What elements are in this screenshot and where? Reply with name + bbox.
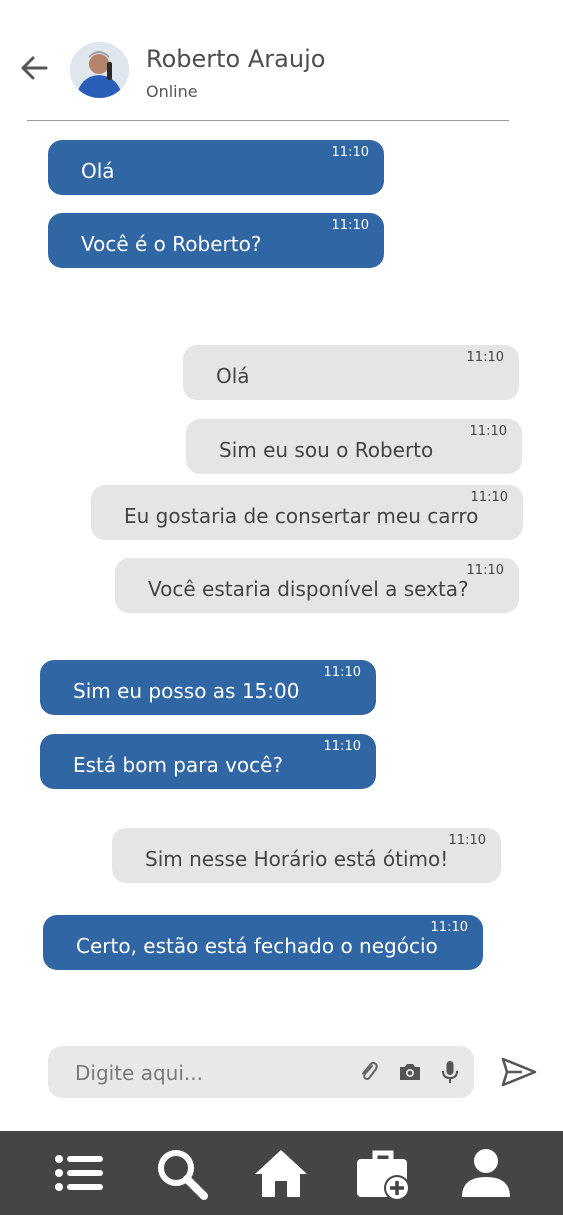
- message-time: 11:10: [469, 424, 507, 439]
- message-bubble[interactable]: Olá 11:10: [48, 140, 384, 195]
- message-time: 11:10: [466, 563, 504, 578]
- message-time: 11:10: [323, 665, 361, 680]
- home-icon: [255, 1150, 307, 1197]
- chat-header: Roberto Araujo Online: [0, 0, 563, 122]
- profile-icon: [462, 1149, 510, 1197]
- message-bubble[interactable]: Sim eu posso as 15:00 11:10: [40, 660, 376, 715]
- arrow-left-icon: [21, 56, 48, 80]
- message-bubble[interactable]: Certo, estão está fechado o negócio 11:1…: [43, 915, 483, 970]
- message-text: Sim eu posso as 15:00: [73, 679, 300, 703]
- contact-name: Roberto Araujo: [146, 45, 326, 73]
- message-text: Sim eu sou o Roberto: [219, 438, 434, 462]
- message-time: 11:10: [448, 833, 486, 848]
- contact-status: Online: [146, 82, 198, 101]
- microphone-icon[interactable]: [437, 1059, 463, 1085]
- briefcase-add-icon: [357, 1150, 410, 1201]
- avatar[interactable]: [70, 42, 129, 98]
- message-time: 11:10: [470, 490, 508, 505]
- message-bubble[interactable]: Eu gostaria de consertar meu carro 11:10: [91, 485, 523, 540]
- message-text: Sim nesse Horário está ótimo!: [145, 847, 449, 871]
- camera-icon[interactable]: [397, 1059, 423, 1085]
- bottom-navigation: [0, 1131, 563, 1215]
- message-time: 11:10: [331, 218, 369, 233]
- message-composer: [48, 1046, 474, 1098]
- message-text: Olá: [216, 364, 250, 388]
- nav-list-button[interactable]: [47, 1141, 111, 1205]
- send-icon: [501, 1057, 537, 1087]
- message-time: 11:10: [331, 145, 369, 160]
- search-icon: [158, 1150, 208, 1200]
- message-text: Você estaria disponível a sexta?: [148, 577, 469, 601]
- message-text: Está bom para você?: [73, 753, 284, 777]
- message-bubble[interactable]: Você estaria disponível a sexta? 11:10: [115, 558, 519, 613]
- list-icon: [55, 1155, 103, 1191]
- message-bubble[interactable]: Está bom para você? 11:10: [40, 734, 376, 789]
- message-text: Você é o Roberto?: [81, 232, 262, 256]
- message-bubble[interactable]: Sim nesse Horário está ótimo! 11:10: [112, 828, 501, 883]
- message-bubble[interactable]: Olá 11:10: [183, 345, 519, 400]
- message-time: 11:10: [430, 920, 468, 935]
- message-time: 11:10: [323, 739, 361, 754]
- message-bubble[interactable]: Sim eu sou o Roberto 11:10: [186, 419, 522, 474]
- nav-search-button[interactable]: [150, 1141, 214, 1205]
- message-text: Olá: [81, 159, 115, 183]
- message-time: 11:10: [466, 350, 504, 365]
- message-bubble[interactable]: Você é o Roberto? 11:10: [48, 213, 384, 268]
- send-button[interactable]: [500, 1055, 538, 1089]
- nav-profile-button[interactable]: [454, 1141, 518, 1205]
- message-text: Certo, estão está fechado o negócio: [76, 934, 438, 958]
- header-divider: [27, 120, 509, 121]
- nav-add-service-button[interactable]: [351, 1141, 415, 1205]
- back-button[interactable]: [16, 50, 52, 86]
- message-input[interactable]: [73, 1057, 337, 1089]
- message-text: Eu gostaria de consertar meu carro: [124, 504, 479, 528]
- nav-home-button[interactable]: [249, 1141, 313, 1205]
- paperclip-icon[interactable]: [356, 1059, 382, 1085]
